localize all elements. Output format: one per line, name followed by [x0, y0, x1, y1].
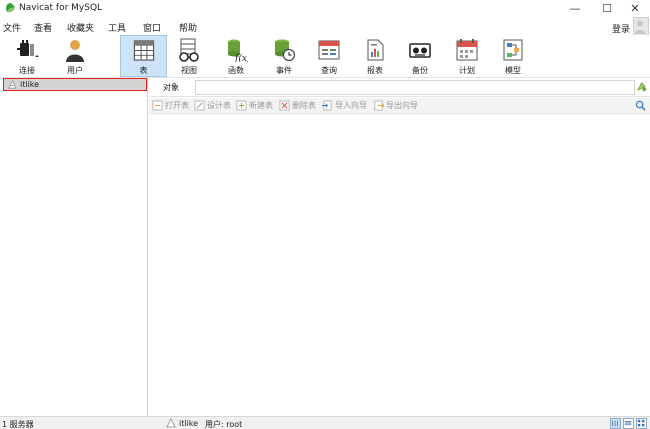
delete-table-label: 删除表	[292, 101, 316, 110]
backup-button[interactable]: 备份	[403, 35, 437, 77]
menu-favorites[interactable]: 收藏夹	[67, 21, 94, 34]
navicat-logo-icon	[6, 3, 15, 13]
import-wizard-button[interactable]: 导入向导	[322, 100, 367, 111]
schedule-label: 计划	[459, 66, 475, 75]
connection-item[interactable]: itlike	[3, 78, 147, 91]
menu-bar: 文件 查看 收藏夹 工具 窗口 帮助 登录	[0, 18, 650, 35]
list-view-button[interactable]	[610, 418, 621, 429]
connection-icon	[166, 418, 176, 428]
function-button[interactable]: f(x) 函数	[219, 35, 253, 77]
design-table-label: 设计表	[207, 101, 231, 110]
object-toolbar: 打开表 设计表 新建表 删除表 导入向导 导出向导	[149, 98, 650, 114]
avatar[interactable]	[633, 17, 649, 36]
window-title: Navicat for MySQL	[19, 3, 103, 13]
report-icon	[367, 39, 384, 61]
user-icon	[66, 40, 84, 62]
user-button[interactable]: 用户	[58, 35, 92, 77]
login-link[interactable]: 登录	[612, 22, 630, 35]
view-button[interactable]: 视图	[172, 35, 206, 77]
icon-view-button[interactable]	[636, 418, 647, 429]
detail-view-button[interactable]	[623, 418, 634, 429]
connect-button[interactable]: 连接	[10, 35, 44, 77]
tab-objects[interactable]: 对象	[163, 82, 179, 93]
minimize-button[interactable]: —	[560, 0, 590, 17]
view-glasses-icon	[179, 38, 199, 62]
open-table-icon	[152, 100, 163, 111]
export-wizard-label: 导出向导	[386, 101, 418, 110]
design-table-icon	[194, 100, 205, 111]
connection-label: itlike	[20, 80, 40, 89]
user-avatar-icon	[634, 20, 646, 34]
model-button[interactable]: 模型	[496, 35, 530, 77]
table-button[interactable]: 表	[120, 35, 167, 77]
main-toolbar: 连接 用户 表 视图 f(x 函数 事件 查询 报表 备份 计划 模型	[0, 35, 650, 78]
model-icon	[503, 39, 523, 61]
status-connection-name: itlike	[179, 418, 199, 428]
new-table-icon	[236, 100, 247, 111]
menu-view[interactable]: 查看	[34, 21, 52, 34]
import-icon	[322, 100, 332, 111]
open-table-label: 打开表	[165, 101, 189, 110]
new-table-button[interactable]: 新建表	[236, 100, 273, 111]
close-button[interactable]: ✕	[620, 0, 650, 17]
server-count: 1 服务器	[2, 420, 34, 429]
user-label: 用户	[67, 66, 83, 75]
query-icon	[318, 40, 340, 60]
connection-icon	[8, 80, 17, 89]
object-tab-strip	[195, 80, 635, 95]
status-connection: itlike	[166, 418, 198, 428]
search-icon[interactable]	[635, 100, 646, 111]
title-bar: Navicat for MySQL — ☐ ✕	[0, 0, 650, 17]
export-icon	[374, 100, 384, 111]
list-view-icon	[612, 420, 618, 427]
report-button[interactable]: 报表	[358, 35, 392, 77]
event-label: 事件	[276, 66, 292, 75]
svg-text:f(x): f(x)	[234, 53, 248, 62]
new-table-label: 新建表	[249, 101, 273, 110]
open-table-button[interactable]: 打开表	[152, 100, 189, 111]
table-label: 表	[139, 66, 148, 75]
event-clock-icon	[275, 39, 296, 62]
object-list-area[interactable]	[149, 115, 650, 416]
query-button[interactable]: 查询	[312, 35, 346, 77]
view-label: 视图	[181, 66, 197, 75]
export-wizard-button[interactable]: 导出向导	[373, 100, 418, 111]
menu-help[interactable]: 帮助	[179, 21, 197, 34]
pin-icon[interactable]	[636, 81, 647, 92]
delete-table-icon	[279, 100, 290, 111]
menu-window[interactable]: 窗口	[143, 21, 161, 34]
object-tab-bar: 对象	[149, 78, 650, 97]
design-table-button[interactable]: 设计表	[194, 100, 231, 111]
status-user: 用户: root	[205, 420, 243, 429]
delete-table-button[interactable]: 删除表	[279, 100, 316, 111]
plug-icon	[17, 40, 39, 57]
menu-tools[interactable]: 工具	[108, 21, 126, 34]
function-label: 函数	[228, 66, 244, 75]
calendar-icon	[456, 39, 478, 61]
maximize-button[interactable]: ☐	[592, 0, 622, 17]
detail-view-icon	[624, 421, 632, 426]
icon-view-icon	[637, 419, 645, 427]
menu-file[interactable]: 文件	[3, 21, 21, 34]
backup-label: 备份	[412, 66, 428, 75]
report-label: 报表	[367, 66, 383, 75]
function-icon: f(x)	[228, 39, 248, 62]
connection-tree: itlike	[0, 78, 148, 416]
query-label: 查询	[321, 66, 337, 75]
schedule-button[interactable]: 计划	[450, 35, 484, 77]
model-label: 模型	[505, 66, 521, 75]
event-button[interactable]: 事件	[267, 35, 301, 77]
connect-label: 连接	[19, 66, 35, 75]
import-wizard-label: 导入向导	[335, 101, 367, 110]
backup-icon	[409, 43, 431, 58]
table-icon	[133, 40, 154, 61]
status-bar: 1 服务器 itlike 用户: root	[0, 416, 650, 429]
